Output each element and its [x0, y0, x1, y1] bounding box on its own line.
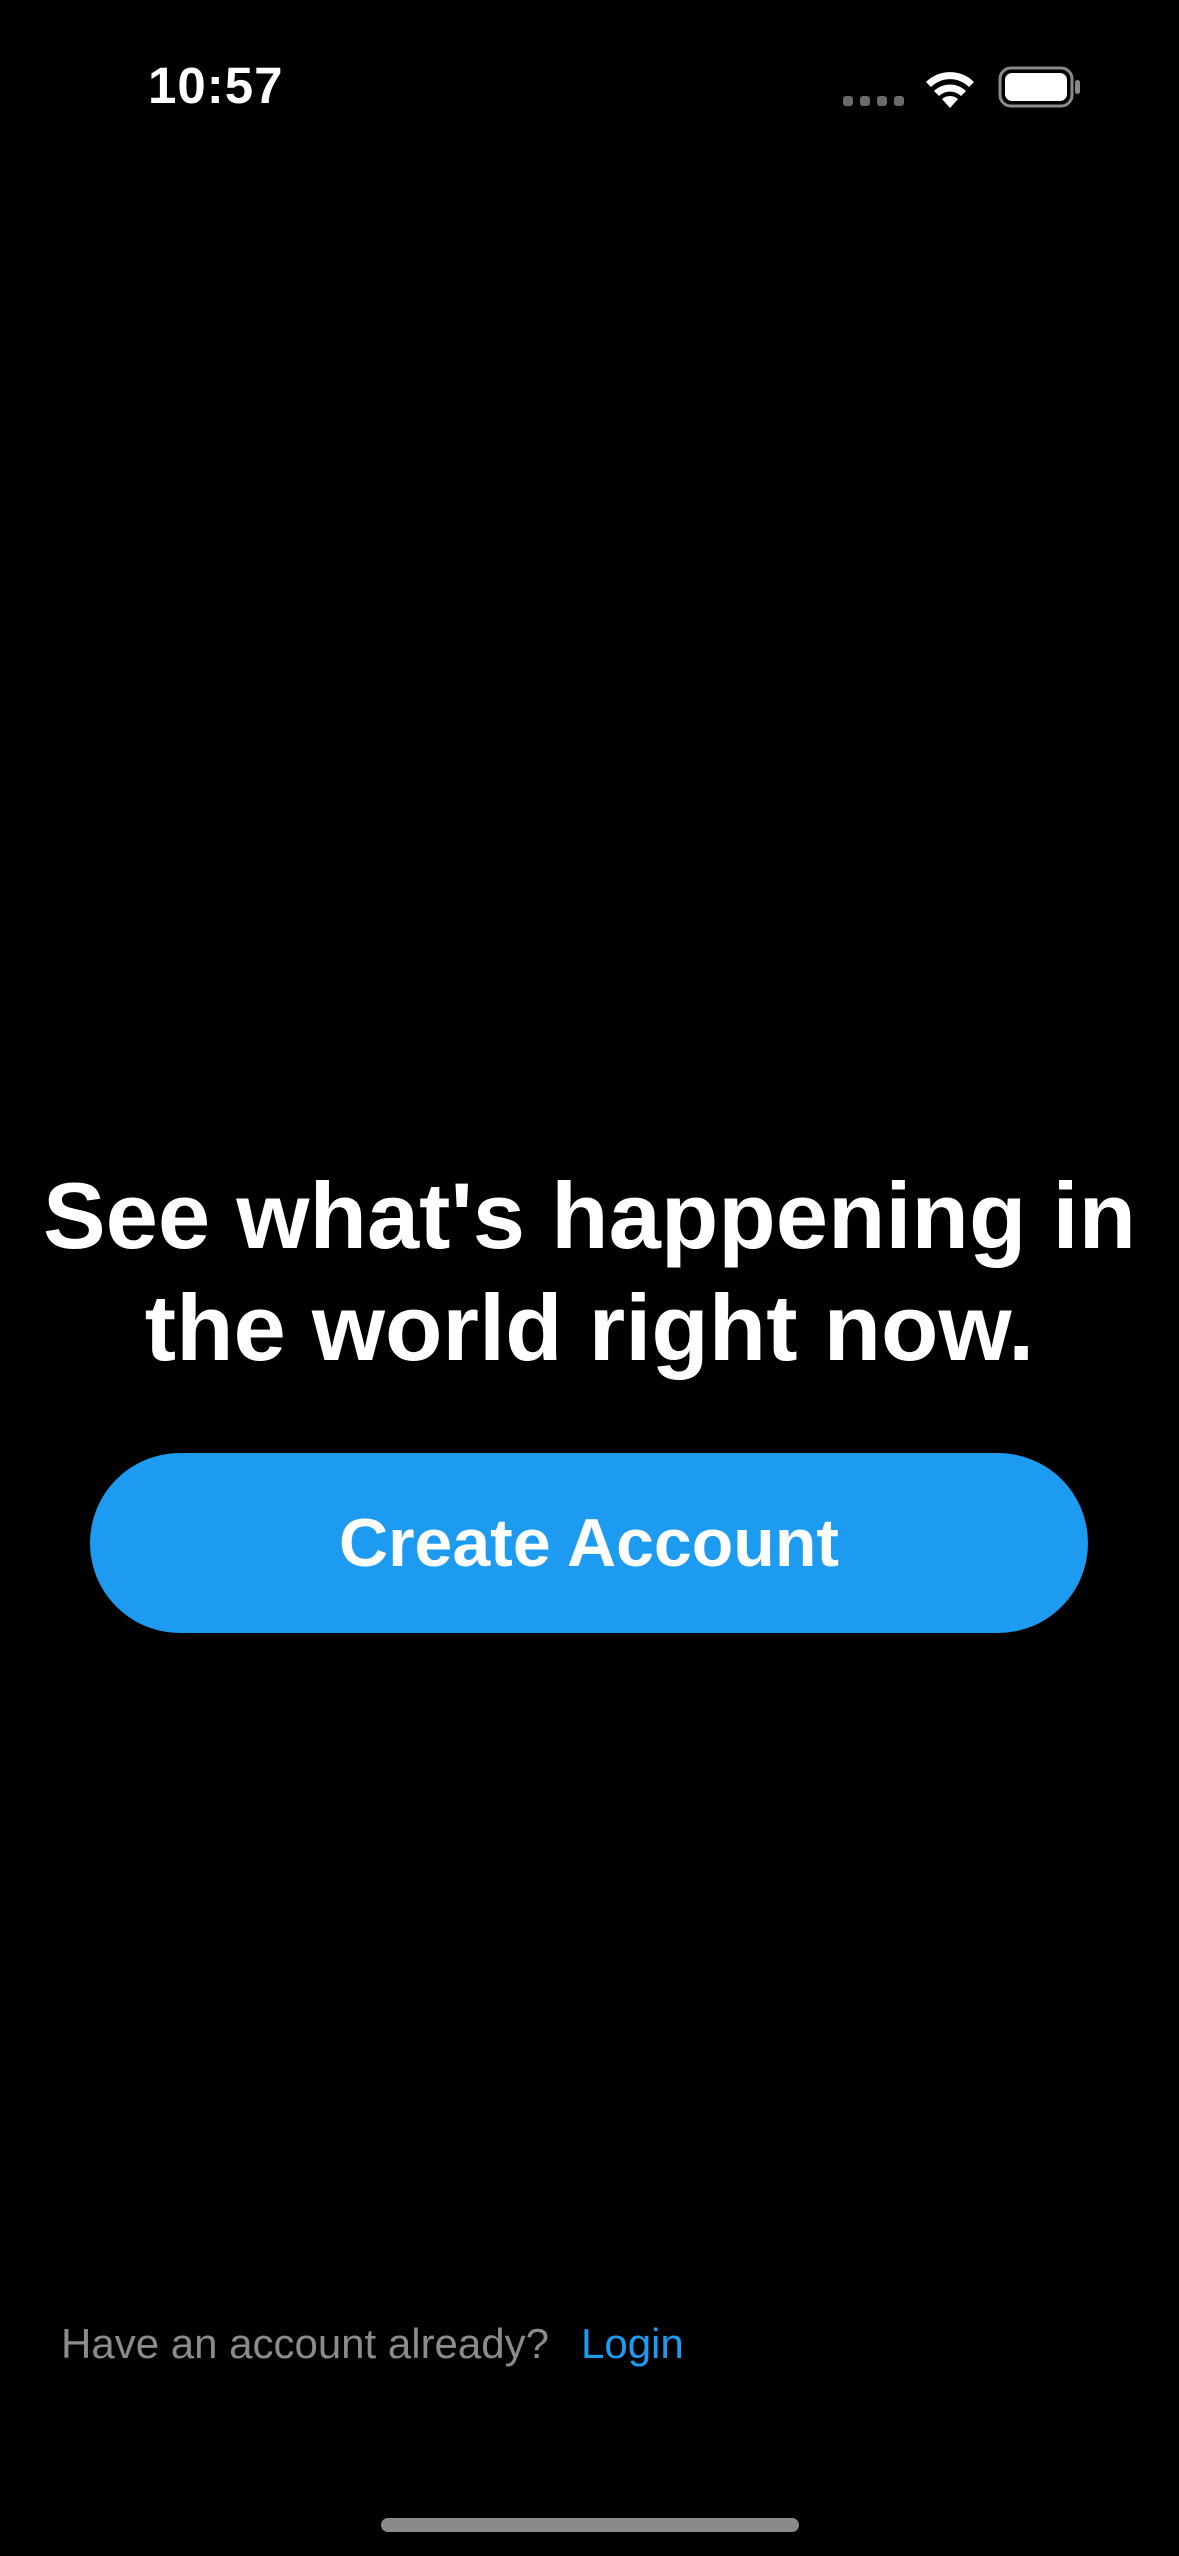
create-account-button[interactable]: Create Account: [90, 1453, 1088, 1633]
cellular-signal-icon: [843, 96, 904, 106]
login-prompt-text: Have an account already?: [61, 2320, 549, 2367]
wifi-icon: [926, 72, 974, 108]
login-link[interactable]: Login: [581, 2320, 684, 2368]
login-prompt: Have an account already? Login: [61, 2320, 684, 2368]
create-account-label: Create Account: [338, 1505, 840, 1581]
welcome-headline: See what's happening in the world right …: [42, 1163, 1137, 1380]
status-bar: 10:57: [0, 0, 1179, 150]
home-indicator[interactable]: [381, 2518, 799, 2532]
status-time: 10:57: [148, 57, 284, 114]
battery-icon: [998, 66, 1080, 108]
